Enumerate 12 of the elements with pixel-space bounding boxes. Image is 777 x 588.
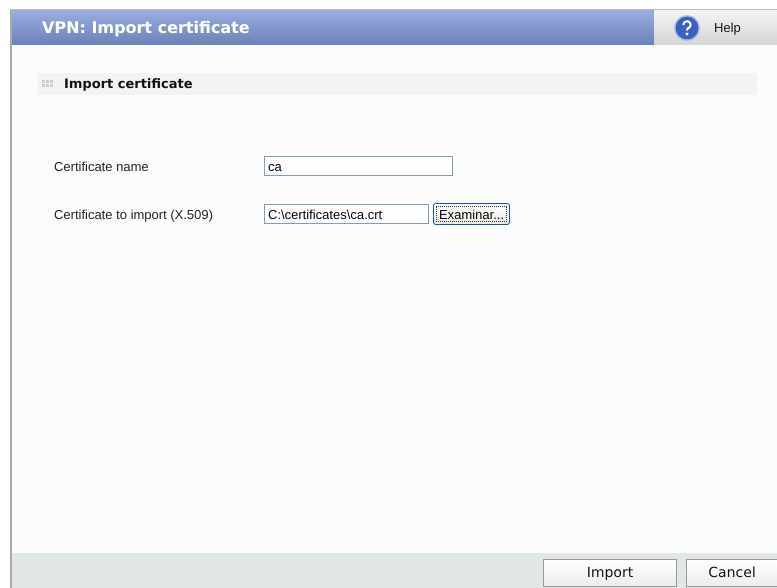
field-label: Certificate name <box>54 158 150 174</box>
grip-icon <box>42 80 54 88</box>
name-field[interactable]: ca <box>264 156 453 176</box>
import-button[interactable]: Import <box>543 559 677 587</box>
help-link[interactable]: Help <box>714 20 741 35</box>
help-icon[interactable] <box>674 14 700 40</box>
field-label: Certificate to import (X.509) <box>54 206 214 222</box>
browse-button[interactable]: Examinar... <box>433 203 510 225</box>
section-title: Import certificate <box>64 76 193 92</box>
cancel-button[interactable]: Cancel <box>686 559 777 587</box>
file-path-field[interactable]: C:\certificates\ca.crt <box>264 204 429 224</box>
window-title: VPN: Import certificate <box>42 18 250 37</box>
